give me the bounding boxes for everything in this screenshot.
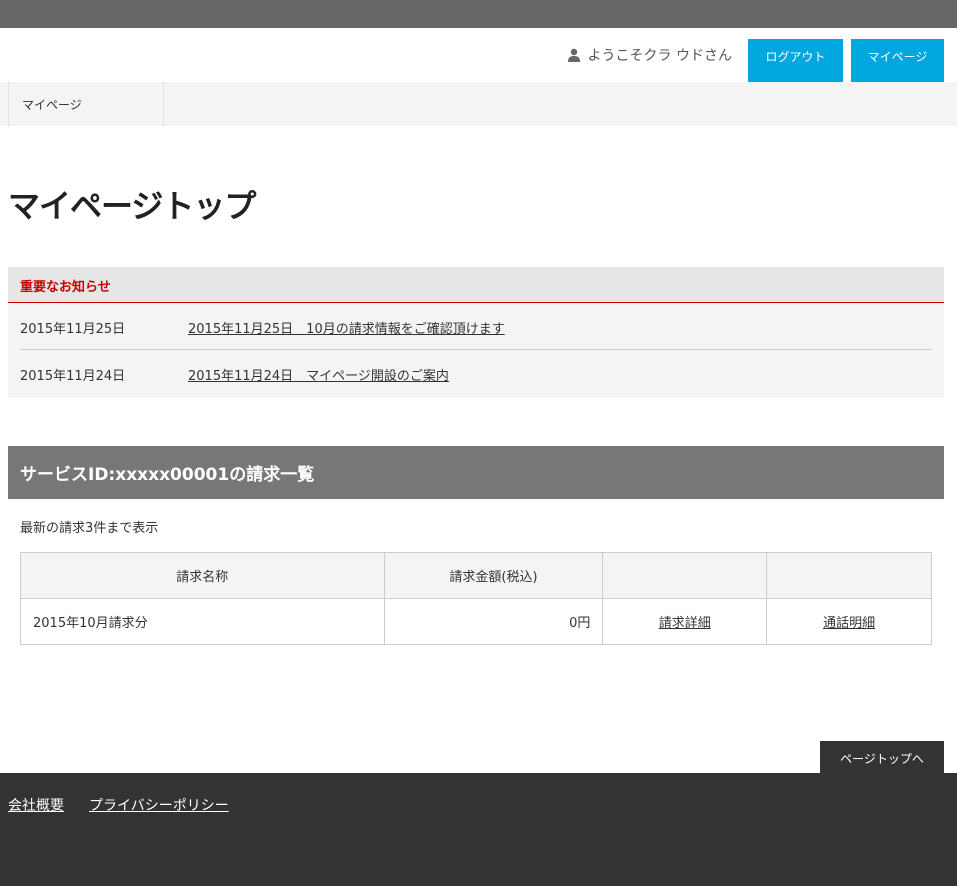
column-header-calls — [766, 552, 932, 599]
notice-item: 2015年11月25日 2015年11月25日 10月の請求情報をご確認頂けます — [20, 303, 932, 350]
table-row: 2015年10月請求分 0円 請求詳細 通話明細 — [20, 598, 932, 645]
notice-item: 2015年11月24日 2015年11月24日 マイページ開設のご案内 — [20, 350, 932, 397]
footer-link-company[interactable]: 会社概要 — [8, 795, 64, 815]
page-title: マイページトップ — [8, 187, 256, 225]
footer-link-privacy[interactable]: プライバシーポリシー — [89, 795, 229, 815]
table-header-row: 請求名称 請求金額(税込) — [20, 552, 932, 599]
column-header-name: 請求名称 — [20, 552, 385, 599]
footer: 会社概要 プライバシーポリシー — [0, 773, 957, 886]
top-strip — [0, 0, 957, 28]
welcome-message: ようこそクラ ウドさん — [567, 45, 732, 65]
bill-detail-link[interactable]: 請求詳細 — [659, 616, 711, 631]
page-top-button[interactable]: ページトップへ — [820, 741, 944, 773]
notice-panel: 重要なお知らせ 2015年11月25日 2015年11月25日 10月の請求情報… — [8, 267, 944, 398]
billing-table: 請求名称 請求金額(税込) 2015年10月請求分 0円 請求詳細 通話明細 — [20, 552, 932, 645]
notice-link[interactable]: 2015年11月24日 マイページ開設のご案内 — [188, 365, 449, 384]
breadcrumb: マイページ — [0, 82, 957, 126]
breadcrumb-item-mypage[interactable]: マイページ — [8, 82, 164, 126]
bill-amount: 0円 — [383, 598, 604, 645]
column-header-amount: 請求金額(税込) — [383, 552, 604, 599]
column-header-detail — [602, 552, 768, 599]
call-detail-link[interactable]: 通話明細 — [823, 616, 875, 631]
notice-date: 2015年11月24日 — [20, 369, 126, 384]
logout-button[interactable]: ログアウト — [748, 39, 843, 83]
notice-heading: 重要なお知らせ — [8, 267, 944, 303]
notice-link[interactable]: 2015年11月25日 10月の請求情報をご確認頂けます — [188, 318, 505, 337]
billing-note: 最新の請求3件まで表示 — [20, 521, 159, 536]
call-detail-cell: 通話明細 — [766, 598, 932, 645]
notice-date: 2015年11月25日 — [20, 322, 126, 337]
welcome-text: ようこそクラ ウドさん — [587, 48, 732, 64]
bill-name: 2015年10月請求分 — [20, 598, 385, 645]
header: ようこそクラ ウドさん ログアウト マイページ — [0, 28, 957, 83]
mypage-button[interactable]: マイページ — [851, 39, 944, 83]
billing-section-heading: サービスID:xxxxx00001の請求一覧 — [8, 446, 944, 499]
user-icon — [567, 48, 581, 62]
bill-detail-cell: 請求詳細 — [602, 598, 768, 645]
